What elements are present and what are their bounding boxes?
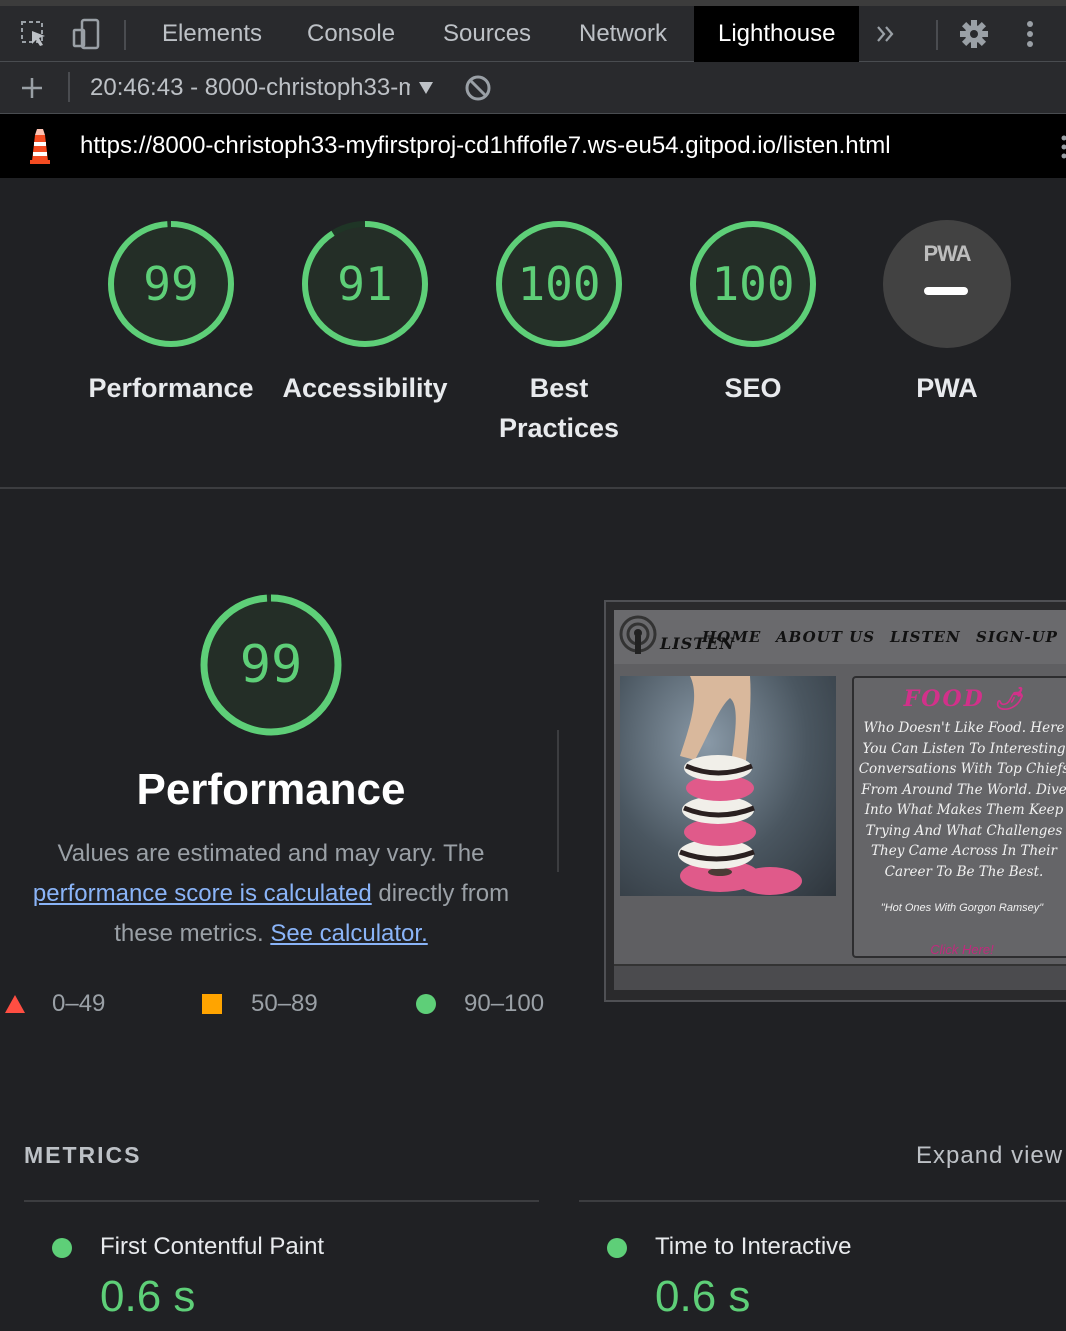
- tab-sources[interactable]: Sources: [443, 6, 531, 62]
- lighthouse-logo-icon: [26, 127, 54, 170]
- section-divider: [0, 487, 1066, 489]
- performance-score-link[interactable]: performance score is calculated: [33, 880, 372, 907]
- metric-pass-dot: [607, 1238, 627, 1258]
- legend-fail-range: 0–49: [52, 990, 106, 1017]
- screenshot-card-link: Click Here!: [930, 942, 994, 957]
- metrics-divider-right: [579, 1200, 1066, 1202]
- performance-title: Performance: [136, 765, 406, 814]
- tab-elements[interactable]: Elements: [162, 6, 262, 62]
- average-square-icon: [202, 994, 222, 1014]
- category-score: 100: [711, 257, 795, 311]
- pwa-dash-icon: [924, 287, 968, 295]
- url-bar-menu-icon[interactable]: [1060, 132, 1066, 162]
- category-label: Performance: [88, 373, 254, 403]
- screenshot-page: LISTEN HOME ABOUT US LISTEN SIGN-UP FOOD…: [614, 610, 1066, 990]
- toolbar-divider: [124, 20, 126, 50]
- legend-pass: 90–100: [416, 990, 544, 1018]
- category-gauge-seo[interactable]: 100: [688, 219, 818, 349]
- report-select[interactable]: 20:46:43 - 8000-christoph33-myfirstproj: [90, 74, 410, 102]
- plus-icon[interactable]: [12, 68, 52, 108]
- podcast-logo-icon: [618, 614, 662, 663]
- description-text-1: Values are estimated and may vary. The: [57, 840, 485, 867]
- metrics-divider-left: [24, 1200, 539, 1202]
- block-icon[interactable]: [458, 68, 498, 108]
- category-gauge-accessibility[interactable]: 91: [300, 219, 430, 349]
- legend-pass-range: 90–100: [464, 990, 545, 1017]
- tab-lighthouse[interactable]: Lighthouse: [694, 6, 860, 62]
- tab-console[interactable]: Console: [307, 6, 395, 62]
- see-calculator-link[interactable]: See calculator.: [270, 920, 427, 947]
- settings-gear-icon[interactable]: [954, 14, 994, 54]
- fail-triangle-icon: [5, 995, 25, 1013]
- category-score: 100: [517, 257, 601, 311]
- category-label: Accessibility: [282, 373, 448, 403]
- expand-view-toggle[interactable]: Expand view: [916, 1142, 1063, 1170]
- screenshot-donut-photo: [620, 676, 836, 896]
- vertical-divider: [557, 730, 559, 872]
- performance-description: Values are estimated and may vary. The p…: [20, 834, 522, 954]
- report-url-bar: https://8000-christoph33-myfirstproj-cd1…: [0, 114, 1066, 178]
- legend-fail: 0–49: [4, 990, 105, 1018]
- kebab-menu-icon[interactable]: [1010, 14, 1050, 54]
- screenshot-nav-listen: LISTEN: [890, 628, 961, 646]
- screenshot-food-card: FOOD 🌶 Who Doesn't Like Food. Here You C…: [852, 676, 1066, 958]
- screenshot-nav-about: ABOUT US: [776, 628, 876, 646]
- performance-detail-gauge: 99: [199, 593, 343, 737]
- category-gauge-pwa[interactable]: PWA: [882, 219, 1012, 349]
- screenshot-card-title: FOOD 🌶: [854, 686, 1066, 712]
- devtools-toolbar: Elements Console Sources Network Lightho…: [0, 0, 1066, 62]
- pass-circle-icon: [416, 994, 436, 1014]
- screenshot-footer-strip: [614, 964, 1066, 990]
- more-tabs-icon[interactable]: [866, 14, 906, 54]
- category-label: PWA: [916, 373, 978, 403]
- category-label: SEO: [724, 373, 782, 403]
- category-label: Best Practices: [498, 373, 620, 443]
- final-screenshot[interactable]: LISTEN HOME ABOUT US LISTEN SIGN-UP FOOD…: [604, 600, 1066, 1002]
- metrics-heading: METRICS: [24, 1142, 142, 1168]
- screenshot-card-title-text: FOOD: [903, 686, 985, 712]
- category-gauge-best-practices[interactable]: 100: [494, 219, 624, 349]
- metric-value-tti: 0.6 s: [655, 1272, 751, 1321]
- screenshot-nav-home: HOME: [702, 628, 762, 646]
- category-score: 99: [143, 257, 199, 311]
- legend-average: 50–89: [202, 990, 318, 1018]
- category-score: 91: [337, 257, 393, 311]
- device-toolbar-icon[interactable]: [66, 14, 106, 54]
- toolbar-divider: [936, 20, 938, 50]
- tab-network[interactable]: Network: [579, 6, 667, 62]
- performance-detail-score: 99: [239, 635, 303, 695]
- screenshot-card-quote: "Hot Ones With Gorgon Ramsey": [880, 902, 1044, 914]
- legend-average-range: 50–89: [251, 990, 318, 1017]
- toolbar-divider: [68, 72, 70, 102]
- lighthouse-report-toolbar: 20:46:43 - 8000-christoph33-myfirstproj: [0, 62, 1066, 114]
- category-gauge-performance[interactable]: 99: [106, 219, 236, 349]
- screenshot-navbar: LISTEN HOME ABOUT US LISTEN SIGN-UP: [614, 610, 1066, 664]
- inspect-element-icon[interactable]: [14, 14, 54, 54]
- screenshot-nav-signup: SIGN-UP: [976, 628, 1058, 646]
- pwa-badge-text: PWA: [923, 241, 971, 266]
- chili-icon: 🌶: [994, 686, 1025, 712]
- report-url[interactable]: https://8000-christoph33-myfirstproj-cd1…: [80, 132, 891, 160]
- metric-name-fcp: First Contentful Paint: [100, 1233, 325, 1260]
- screenshot-card-body: Who Doesn't Like Food. Here You Can List…: [858, 720, 1066, 880]
- metric-pass-dot: [52, 1238, 72, 1258]
- metric-name-tti: Time to Interactive: [655, 1233, 852, 1260]
- metric-value-fcp: 0.6 s: [100, 1272, 196, 1321]
- dropdown-triangle-icon[interactable]: [406, 68, 446, 108]
